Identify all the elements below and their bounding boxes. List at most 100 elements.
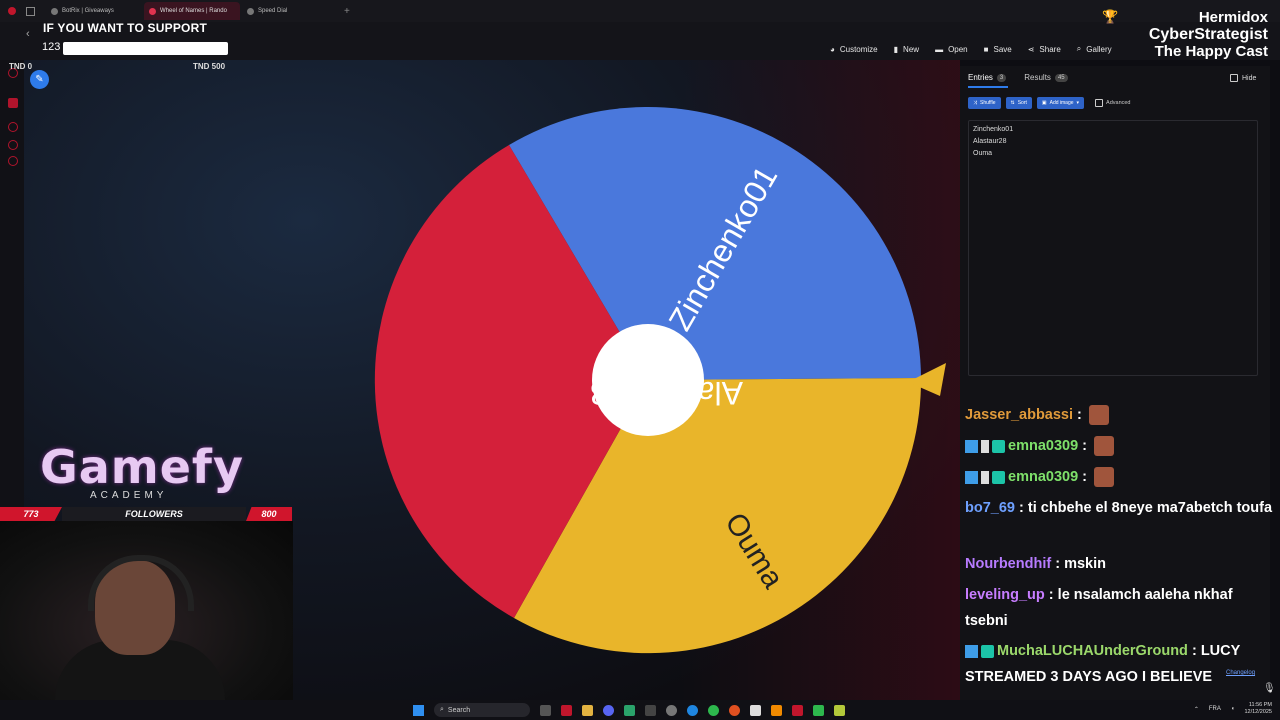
tab-menu-icon[interactable] xyxy=(26,6,35,16)
wheel-of-names[interactable]: Zinchenko01 Ouma Alastaur28 xyxy=(360,90,960,670)
badge-icon xyxy=(992,470,1005,484)
badge-icon xyxy=(965,644,978,658)
chat-message: leveling_up : le nsalamch aaleha nkhaf t… xyxy=(965,587,1233,629)
shuffle-button[interactable]: ⤨ Shuffle xyxy=(968,97,1001,109)
windows-taskbar: ⌕ Search ⌃ FRA ◖ 11:56 PM 12/12/2025 xyxy=(0,700,1280,720)
toolbar-label: Save xyxy=(993,44,1012,54)
app-icon[interactable] xyxy=(708,704,719,716)
search-placeholder: Search xyxy=(447,706,471,714)
chat-username: Nourbendhif xyxy=(965,556,1052,572)
back-arrow-icon[interactable]: ‹ xyxy=(26,28,30,40)
results-count-badge: 45 xyxy=(1054,73,1068,82)
followers-label: FOLLOWERS xyxy=(62,507,246,521)
app-icon[interactable] xyxy=(813,704,824,716)
chat-badges xyxy=(965,433,1008,459)
chat-badges xyxy=(965,464,1008,490)
obs-icon[interactable] xyxy=(729,704,740,716)
app-icon[interactable] xyxy=(792,704,803,716)
add-image-button[interactable]: ▣ Add image ▾ xyxy=(1036,97,1085,109)
tab-entries[interactable]: Entries 3 xyxy=(968,73,1007,82)
vlc-icon[interactable] xyxy=(771,704,782,716)
chat-username: emna0309 xyxy=(1008,438,1079,454)
new-button[interactable]: ▮ New xyxy=(894,45,919,54)
app-icon[interactable] xyxy=(645,704,656,716)
entries-textarea[interactable] xyxy=(968,120,1258,376)
advanced-toggle[interactable]: Advanced xyxy=(1095,99,1131,107)
opera-gx-icon[interactable] xyxy=(561,704,572,716)
sort-button[interactable]: ⇅ Sort xyxy=(1005,97,1032,109)
entry-item: Alastaur28 xyxy=(973,138,1007,145)
app-toolbar: ◕ Customize ▮ New ▬ Open ■ Save ⋖ Share ⌕ Gall… xyxy=(830,40,1112,58)
tab-label: BotRix | Giveaways xyxy=(62,8,114,14)
task-view-icon[interactable] xyxy=(540,704,551,716)
app-icon[interactable] xyxy=(624,704,635,716)
advanced-checkbox[interactable] xyxy=(1095,99,1104,107)
support-progress-bar xyxy=(63,42,228,55)
share-button[interactable]: ⋖ Share xyxy=(1028,45,1061,54)
sidebar-icon[interactable] xyxy=(8,140,18,150)
new-tab-button[interactable]: + xyxy=(344,6,350,17)
open-button[interactable]: ▬ Open xyxy=(935,45,968,54)
tab-botrix[interactable]: BotRix | Giveaways xyxy=(46,2,142,20)
tab-results[interactable]: Results 45 xyxy=(1024,73,1068,82)
active-tab-indicator xyxy=(968,86,1008,88)
pencil-icon[interactable]: ✎ xyxy=(30,70,49,89)
academy-tagline: ACADEMY xyxy=(90,490,168,501)
toolbar-label: New xyxy=(903,44,920,54)
gallery-button[interactable]: ⌕ Gallery xyxy=(1077,44,1112,54)
badge-icon xyxy=(981,644,994,658)
taskbar-search[interactable]: ⌕ Search xyxy=(434,703,530,717)
palette-icon: ◕ xyxy=(830,44,835,54)
file-explorer-icon[interactable] xyxy=(582,704,593,716)
streamer-line-2: CyberStrategist xyxy=(1148,26,1268,43)
badge-icon xyxy=(965,470,978,484)
chat-message: emna0309 : xyxy=(965,464,1275,490)
toolbar-label: Open xyxy=(948,44,968,54)
browser-controls xyxy=(0,6,46,16)
volume-icon[interactable]: ◖ xyxy=(1231,706,1235,712)
save-button[interactable]: ■ Save xyxy=(984,45,1012,54)
goal-min: TND 0 xyxy=(9,62,33,71)
emote-icon xyxy=(1088,405,1109,426)
goal-max: TND 500 xyxy=(193,62,226,71)
add-image-label: Add image xyxy=(1049,100,1074,106)
entry-item: Ouma xyxy=(973,150,993,157)
microphone-icon: 🎙 xyxy=(1263,683,1276,694)
language-indicator[interactable]: FRA xyxy=(1209,706,1221,712)
share-icon: ⋖ xyxy=(1027,44,1035,54)
chat-text: ti chbehe el 8neye ma7abetch toufa xyxy=(1027,500,1273,516)
streamer-line-3: The Happy Cast xyxy=(1154,43,1268,60)
chat-message: Nourbendhif : mskin xyxy=(965,556,1106,572)
tab-speed-dial[interactable]: Speed Dial xyxy=(242,2,338,20)
file-icon: ▮ xyxy=(893,44,899,54)
chat-message: Jasser_abbassi : xyxy=(965,402,1275,428)
followers-goal: 800 xyxy=(246,507,292,521)
hide-toggle[interactable]: Hide xyxy=(1230,74,1256,82)
windows-start-icon[interactable] xyxy=(413,704,424,716)
tab-wheel-of-names[interactable]: Wheel of Names | Rando xyxy=(144,2,240,20)
opera-logo-icon[interactable] xyxy=(8,7,16,15)
badge-icon xyxy=(981,439,989,453)
speed-dial-favicon-icon xyxy=(247,7,254,15)
chevron-up-icon[interactable]: ⌃ xyxy=(1194,706,1199,713)
hide-checkbox[interactable] xyxy=(1230,74,1238,82)
badge-icon xyxy=(965,439,978,453)
wheel-favicon-icon xyxy=(149,7,156,15)
edge-icon[interactable] xyxy=(687,704,698,716)
settings-icon[interactable] xyxy=(666,704,677,716)
sidebar-icon[interactable] xyxy=(8,156,18,166)
streamer-overlay: Hermidox CyberStrategist The Happy Cast xyxy=(1149,9,1268,60)
sidebar-icon[interactable] xyxy=(8,98,18,108)
sidebar-icon[interactable] xyxy=(8,122,18,132)
sort-label: Sort xyxy=(1017,100,1027,106)
chat-message: emna0309 : xyxy=(965,433,1275,459)
discord-icon[interactable] xyxy=(603,704,614,716)
chat-username: bo7_69 xyxy=(965,500,1015,516)
app-icon[interactable] xyxy=(834,704,845,716)
changelog-link[interactable]: Changelog xyxy=(1226,670,1255,676)
clock[interactable]: 11:56 PM 12/12/2025 xyxy=(1244,702,1272,716)
wheel-center-hub[interactable] xyxy=(592,324,704,436)
tab-label: Wheel of Names | Rando xyxy=(160,8,227,14)
customize-button[interactable]: ◕ Customize xyxy=(830,45,878,54)
app-icon[interactable] xyxy=(750,704,761,716)
